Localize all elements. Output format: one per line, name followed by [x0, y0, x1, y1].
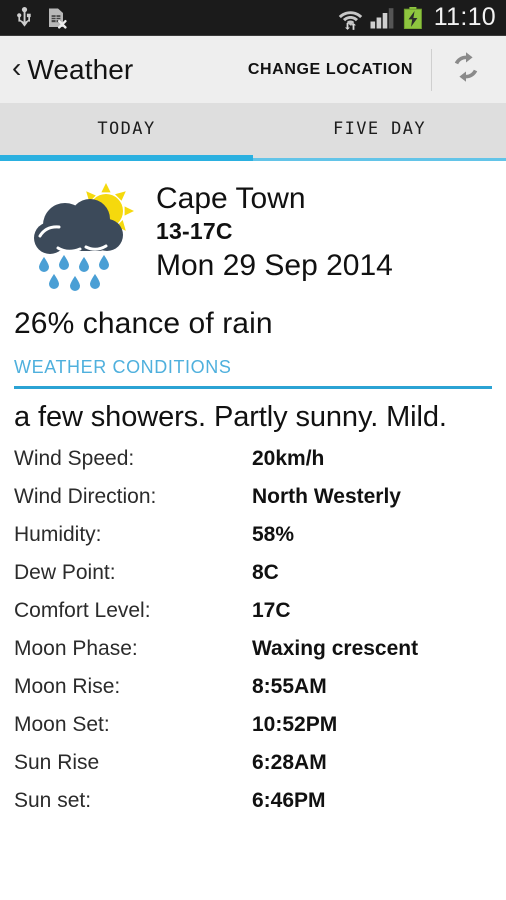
detail-value: Waxing crescent	[252, 636, 419, 660]
page-title: Weather	[27, 53, 134, 85]
detail-label: Comfort Level:	[14, 598, 151, 622]
rain-chance: 26% chance of rain	[14, 307, 273, 340]
detail-value: 6:46PM	[252, 788, 326, 812]
detail-label: Dew Point:	[14, 560, 116, 584]
table-row: Comfort Level: 17C	[14, 599, 492, 637]
detail-value: 8:55AM	[252, 674, 327, 698]
rain-with-sun-icon	[28, 181, 144, 291]
status-bar-left-icons	[16, 7, 67, 29]
table-row: Dew Point: 8C	[14, 561, 492, 599]
detail-value: 17C	[252, 598, 291, 622]
table-row: Sun Rise 6:28AM	[14, 751, 492, 789]
conditions-description: a few showers. Partly sunny. Mild.	[14, 401, 447, 433]
detail-value: 8C	[252, 560, 279, 584]
table-row: Moon Rise: 8:55AM	[14, 675, 492, 713]
tab-five-day[interactable]: FIVE DAY	[253, 103, 506, 161]
table-row: Wind Speed: 20km/h	[14, 447, 492, 485]
detail-value: 20km/h	[252, 446, 325, 470]
detail-value: 58%	[252, 522, 295, 546]
detail-label: Sun Rise	[14, 750, 100, 774]
tab-today[interactable]: TODAY	[0, 103, 253, 161]
today-content: Cape Town 13-17C Mon 29 Sep 2014 26% cha…	[0, 161, 506, 827]
detail-value: North Westerly	[252, 484, 401, 508]
detail-label: Wind Speed:	[14, 446, 135, 470]
signal-bars-icon	[370, 7, 396, 29]
status-bar-right-icons: 11:10	[338, 2, 496, 31]
action-bar: ‹ Weather CHANGE LOCATION	[0, 36, 506, 103]
tab-bar: TODAY FIVE DAY	[0, 103, 506, 161]
weather-detail-table: Wind Speed: 20km/h Wind Direction: North…	[14, 447, 492, 827]
table-row: Sun set: 6:46PM	[14, 789, 492, 827]
tab-five-day-label: FIVE DAY	[332, 119, 427, 139]
detail-label: Moon Phase:	[14, 636, 138, 660]
forecast-date: Mon 29 Sep 2014	[156, 248, 393, 282]
action-bar-divider	[431, 48, 432, 91]
summary-text-block: Cape Town 13-17C Mon 29 Sep 2014	[156, 175, 393, 284]
detail-label: Wind Direction:	[14, 484, 157, 508]
table-row: Humidity: 58%	[14, 523, 492, 561]
detail-label: Moon Set:	[14, 712, 110, 736]
detail-label: Humidity:	[14, 522, 102, 546]
weather-summary: Cape Town 13-17C Mon 29 Sep 2014	[14, 161, 492, 291]
city-name: Cape Town	[156, 182, 306, 215]
wifi-icon	[338, 7, 363, 30]
detail-label: Sun set:	[14, 788, 92, 812]
weather-conditions-rule	[14, 386, 492, 389]
refresh-button[interactable]	[434, 43, 494, 96]
table-row: Moon Phase: Waxing crescent	[14, 637, 492, 675]
refresh-icon	[448, 49, 484, 90]
detail-value: 6:28AM	[252, 750, 327, 774]
status-clock: 11:10	[433, 2, 496, 31]
usb-icon	[16, 7, 33, 29]
status-bar[interactable]: 11:10	[0, 0, 506, 36]
table-row: Moon Set: 10:52PM	[14, 713, 492, 751]
weather-conditions-header: WEATHER CONDITIONS	[14, 357, 232, 377]
detail-label: Moon Rise:	[14, 674, 121, 698]
temperature-range: 13-17C	[156, 217, 233, 244]
battery-charging-icon	[403, 7, 423, 29]
no-sim-card-icon	[47, 7, 67, 29]
back-chevron-icon[interactable]: ‹	[8, 53, 25, 82]
table-row: Wind Direction: North Westerly	[14, 485, 492, 523]
tab-today-label: TODAY	[97, 119, 156, 139]
detail-value: 10:52PM	[252, 712, 338, 736]
change-location-button[interactable]: CHANGE LOCATION	[234, 51, 427, 89]
